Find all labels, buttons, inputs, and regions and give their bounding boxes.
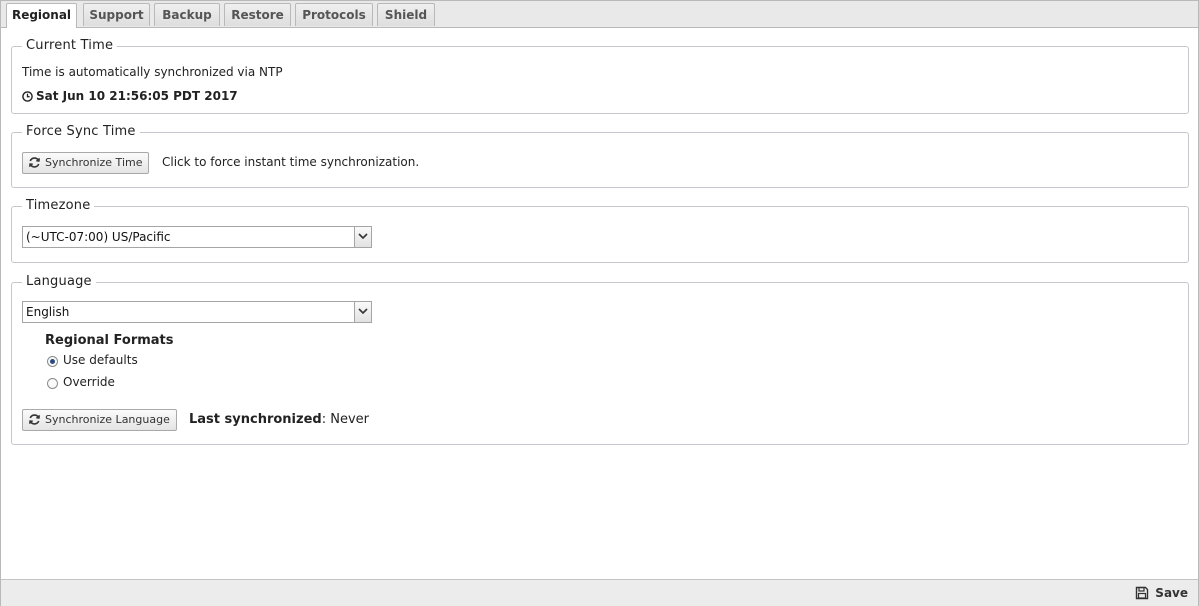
timezone-legend: Timezone (22, 198, 95, 214)
tab-support[interactable]: Support (83, 3, 150, 26)
current-time-row: Sat Jun 10 21:56:05 PDT 2017 (22, 89, 238, 103)
refresh-icon (29, 414, 40, 425)
clock-icon (22, 91, 33, 102)
synchronize-time-label: Synchronize Time (45, 156, 143, 169)
language-group: Language English Regional Formats Use de… (11, 274, 1189, 445)
footer-bar: Save (1, 579, 1198, 606)
tab-protocols[interactable]: Protocols (295, 3, 373, 26)
force-sync-legend: Force Sync Time (22, 124, 140, 140)
synchronize-time-button[interactable]: Synchronize Time (22, 152, 150, 174)
floppy-disk-icon (1136, 586, 1149, 600)
tab-shield[interactable]: Shield (377, 3, 435, 26)
timezone-dropdown-arrow[interactable] (354, 227, 371, 247)
save-button[interactable]: Save (1135, 585, 1188, 601)
refresh-icon (29, 157, 40, 168)
chevron-down-icon (358, 308, 368, 315)
language-legend: Language (22, 274, 96, 290)
regional-formats-label: Regional Formats (45, 333, 174, 348)
timezone-group: Timezone (~UTC-07:00) US/Pacific (11, 198, 1189, 263)
window: Regional Support Backup Restore Protocol… (0, 0, 1199, 606)
current-time-value: Sat Jun 10 21:56:05 PDT 2017 (36, 89, 238, 103)
tab-bar: Regional Support Backup Restore Protocol… (1, 1, 1198, 28)
use-defaults-radio[interactable] (47, 356, 58, 367)
language-select[interactable]: English (22, 301, 372, 323)
use-defaults-label[interactable]: Use defaults (63, 353, 138, 367)
tab-regional[interactable]: Regional (6, 3, 77, 28)
timezone-select[interactable]: (~UTC-07:00) US/Pacific (22, 226, 372, 248)
synchronize-language-button[interactable]: Synchronize Language (22, 409, 177, 431)
last-synchronized-label: Last synchronized (189, 412, 322, 427)
tab-backup[interactable]: Backup (154, 3, 220, 26)
ntp-status-text: Time is automatically synchronized via N… (22, 65, 283, 79)
language-selected-value: English (26, 305, 70, 319)
tab-restore[interactable]: Restore (224, 3, 291, 26)
timezone-selected-value: (~UTC-07:00) US/Pacific (26, 230, 171, 244)
save-label: Save (1155, 586, 1188, 600)
chevron-down-icon (358, 233, 368, 240)
last-synchronized-status: Last synchronized: Never (189, 412, 369, 427)
force-sync-hint: Click to force instant time synchronizat… (162, 155, 420, 169)
current-time-legend: Current Time (22, 38, 118, 54)
override-label[interactable]: Override (63, 375, 115, 389)
synchronize-language-label: Synchronize Language (45, 413, 170, 426)
last-synchronized-value: : Never (321, 412, 369, 427)
language-dropdown-arrow[interactable] (354, 302, 371, 322)
override-radio[interactable] (47, 378, 58, 389)
current-time-group: Current Time Time is automatically synch… (11, 38, 1189, 114)
force-sync-group: Force Sync Time Synchronize Time Click t… (11, 124, 1189, 188)
